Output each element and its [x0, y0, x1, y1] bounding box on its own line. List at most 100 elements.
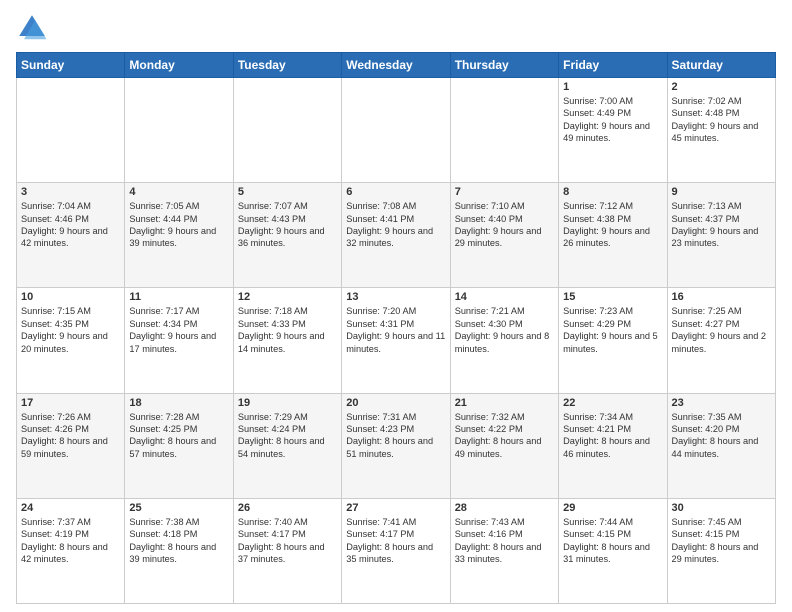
- cell-content: Sunrise: 7:00 AMSunset: 4:49 PMDaylight:…: [563, 95, 662, 145]
- calendar-cell: 25 Sunrise: 7:38 AMSunset: 4:18 PMDaylig…: [125, 498, 233, 603]
- calendar-cell: 18 Sunrise: 7:28 AMSunset: 4:25 PMDaylig…: [125, 393, 233, 498]
- cell-content: Sunrise: 7:05 AMSunset: 4:44 PMDaylight:…: [129, 200, 228, 250]
- calendar-cell: 29 Sunrise: 7:44 AMSunset: 4:15 PMDaylig…: [559, 498, 667, 603]
- calendar-cell: 17 Sunrise: 7:26 AMSunset: 4:26 PMDaylig…: [17, 393, 125, 498]
- cell-content: Sunrise: 7:02 AMSunset: 4:48 PMDaylight:…: [672, 95, 771, 145]
- calendar-cell: 11 Sunrise: 7:17 AMSunset: 4:34 PMDaylig…: [125, 288, 233, 393]
- calendar-week-row: 3 Sunrise: 7:04 AMSunset: 4:46 PMDayligh…: [17, 183, 776, 288]
- day-number: 26: [238, 502, 337, 514]
- calendar-cell: 20 Sunrise: 7:31 AMSunset: 4:23 PMDaylig…: [342, 393, 450, 498]
- day-header-thursday: Thursday: [450, 53, 558, 78]
- cell-content: Sunrise: 7:35 AMSunset: 4:20 PMDaylight:…: [672, 411, 771, 461]
- day-number: 19: [238, 397, 337, 409]
- cell-content: Sunrise: 7:08 AMSunset: 4:41 PMDaylight:…: [346, 200, 445, 250]
- day-number: 1: [563, 81, 662, 93]
- cell-content: Sunrise: 7:38 AMSunset: 4:18 PMDaylight:…: [129, 516, 228, 566]
- day-header-sunday: Sunday: [17, 53, 125, 78]
- calendar-cell: 7 Sunrise: 7:10 AMSunset: 4:40 PMDayligh…: [450, 183, 558, 288]
- cell-content: Sunrise: 7:13 AMSunset: 4:37 PMDaylight:…: [672, 200, 771, 250]
- calendar-week-row: 1 Sunrise: 7:00 AMSunset: 4:49 PMDayligh…: [17, 78, 776, 183]
- calendar-cell: 8 Sunrise: 7:12 AMSunset: 4:38 PMDayligh…: [559, 183, 667, 288]
- day-number: 11: [129, 291, 228, 303]
- calendar-cell: 4 Sunrise: 7:05 AMSunset: 4:44 PMDayligh…: [125, 183, 233, 288]
- calendar-week-row: 24 Sunrise: 7:37 AMSunset: 4:19 PMDaylig…: [17, 498, 776, 603]
- day-number: 2: [672, 81, 771, 93]
- day-number: 29: [563, 502, 662, 514]
- cell-content: Sunrise: 7:34 AMSunset: 4:21 PMDaylight:…: [563, 411, 662, 461]
- day-header-wednesday: Wednesday: [342, 53, 450, 78]
- day-number: 10: [21, 291, 120, 303]
- day-number: 23: [672, 397, 771, 409]
- calendar-cell: [342, 78, 450, 183]
- day-number: 3: [21, 186, 120, 198]
- cell-content: Sunrise: 7:40 AMSunset: 4:17 PMDaylight:…: [238, 516, 337, 566]
- cell-content: Sunrise: 7:18 AMSunset: 4:33 PMDaylight:…: [238, 305, 337, 355]
- logo: [16, 12, 52, 44]
- cell-content: Sunrise: 7:29 AMSunset: 4:24 PMDaylight:…: [238, 411, 337, 461]
- day-header-monday: Monday: [125, 53, 233, 78]
- cell-content: Sunrise: 7:26 AMSunset: 4:26 PMDaylight:…: [21, 411, 120, 461]
- calendar-cell: 23 Sunrise: 7:35 AMSunset: 4:20 PMDaylig…: [667, 393, 775, 498]
- calendar-cell: 21 Sunrise: 7:32 AMSunset: 4:22 PMDaylig…: [450, 393, 558, 498]
- calendar-cell: 5 Sunrise: 7:07 AMSunset: 4:43 PMDayligh…: [233, 183, 341, 288]
- calendar-cell: 19 Sunrise: 7:29 AMSunset: 4:24 PMDaylig…: [233, 393, 341, 498]
- day-header-saturday: Saturday: [667, 53, 775, 78]
- calendar-cell: 16 Sunrise: 7:25 AMSunset: 4:27 PMDaylig…: [667, 288, 775, 393]
- calendar-cell: 24 Sunrise: 7:37 AMSunset: 4:19 PMDaylig…: [17, 498, 125, 603]
- day-number: 12: [238, 291, 337, 303]
- calendar-cell: 1 Sunrise: 7:00 AMSunset: 4:49 PMDayligh…: [559, 78, 667, 183]
- calendar-cell: 6 Sunrise: 7:08 AMSunset: 4:41 PMDayligh…: [342, 183, 450, 288]
- calendar-cell: 26 Sunrise: 7:40 AMSunset: 4:17 PMDaylig…: [233, 498, 341, 603]
- day-number: 25: [129, 502, 228, 514]
- day-number: 15: [563, 291, 662, 303]
- calendar-cell: 15 Sunrise: 7:23 AMSunset: 4:29 PMDaylig…: [559, 288, 667, 393]
- cell-content: Sunrise: 7:32 AMSunset: 4:22 PMDaylight:…: [455, 411, 554, 461]
- day-number: 5: [238, 186, 337, 198]
- calendar-week-row: 17 Sunrise: 7:26 AMSunset: 4:26 PMDaylig…: [17, 393, 776, 498]
- day-number: 18: [129, 397, 228, 409]
- calendar-cell: 10 Sunrise: 7:15 AMSunset: 4:35 PMDaylig…: [17, 288, 125, 393]
- day-number: 16: [672, 291, 771, 303]
- day-header-friday: Friday: [559, 53, 667, 78]
- calendar-header-row: SundayMondayTuesdayWednesdayThursdayFrid…: [17, 53, 776, 78]
- day-header-tuesday: Tuesday: [233, 53, 341, 78]
- day-number: 14: [455, 291, 554, 303]
- cell-content: Sunrise: 7:10 AMSunset: 4:40 PMDaylight:…: [455, 200, 554, 250]
- calendar: SundayMondayTuesdayWednesdayThursdayFrid…: [16, 52, 776, 604]
- calendar-cell: 9 Sunrise: 7:13 AMSunset: 4:37 PMDayligh…: [667, 183, 775, 288]
- day-number: 28: [455, 502, 554, 514]
- day-number: 6: [346, 186, 445, 198]
- calendar-cell: [233, 78, 341, 183]
- day-number: 9: [672, 186, 771, 198]
- day-number: 21: [455, 397, 554, 409]
- day-number: 27: [346, 502, 445, 514]
- calendar-cell: 13 Sunrise: 7:20 AMSunset: 4:31 PMDaylig…: [342, 288, 450, 393]
- logo-icon: [16, 12, 48, 44]
- cell-content: Sunrise: 7:15 AMSunset: 4:35 PMDaylight:…: [21, 305, 120, 355]
- cell-content: Sunrise: 7:45 AMSunset: 4:15 PMDaylight:…: [672, 516, 771, 566]
- page: SundayMondayTuesdayWednesdayThursdayFrid…: [0, 0, 792, 612]
- cell-content: Sunrise: 7:23 AMSunset: 4:29 PMDaylight:…: [563, 305, 662, 355]
- cell-content: Sunrise: 7:07 AMSunset: 4:43 PMDaylight:…: [238, 200, 337, 250]
- cell-content: Sunrise: 7:43 AMSunset: 4:16 PMDaylight:…: [455, 516, 554, 566]
- calendar-cell: 12 Sunrise: 7:18 AMSunset: 4:33 PMDaylig…: [233, 288, 341, 393]
- calendar-cell: 22 Sunrise: 7:34 AMSunset: 4:21 PMDaylig…: [559, 393, 667, 498]
- calendar-cell: 28 Sunrise: 7:43 AMSunset: 4:16 PMDaylig…: [450, 498, 558, 603]
- cell-content: Sunrise: 7:31 AMSunset: 4:23 PMDaylight:…: [346, 411, 445, 461]
- day-number: 7: [455, 186, 554, 198]
- calendar-cell: [17, 78, 125, 183]
- day-number: 24: [21, 502, 120, 514]
- day-number: 30: [672, 502, 771, 514]
- cell-content: Sunrise: 7:44 AMSunset: 4:15 PMDaylight:…: [563, 516, 662, 566]
- calendar-cell: 30 Sunrise: 7:45 AMSunset: 4:15 PMDaylig…: [667, 498, 775, 603]
- calendar-cell: 27 Sunrise: 7:41 AMSunset: 4:17 PMDaylig…: [342, 498, 450, 603]
- calendar-cell: [450, 78, 558, 183]
- day-number: 13: [346, 291, 445, 303]
- cell-content: Sunrise: 7:28 AMSunset: 4:25 PMDaylight:…: [129, 411, 228, 461]
- cell-content: Sunrise: 7:17 AMSunset: 4:34 PMDaylight:…: [129, 305, 228, 355]
- cell-content: Sunrise: 7:12 AMSunset: 4:38 PMDaylight:…: [563, 200, 662, 250]
- day-number: 17: [21, 397, 120, 409]
- header: [16, 12, 776, 44]
- cell-content: Sunrise: 7:20 AMSunset: 4:31 PMDaylight:…: [346, 305, 445, 355]
- calendar-cell: 2 Sunrise: 7:02 AMSunset: 4:48 PMDayligh…: [667, 78, 775, 183]
